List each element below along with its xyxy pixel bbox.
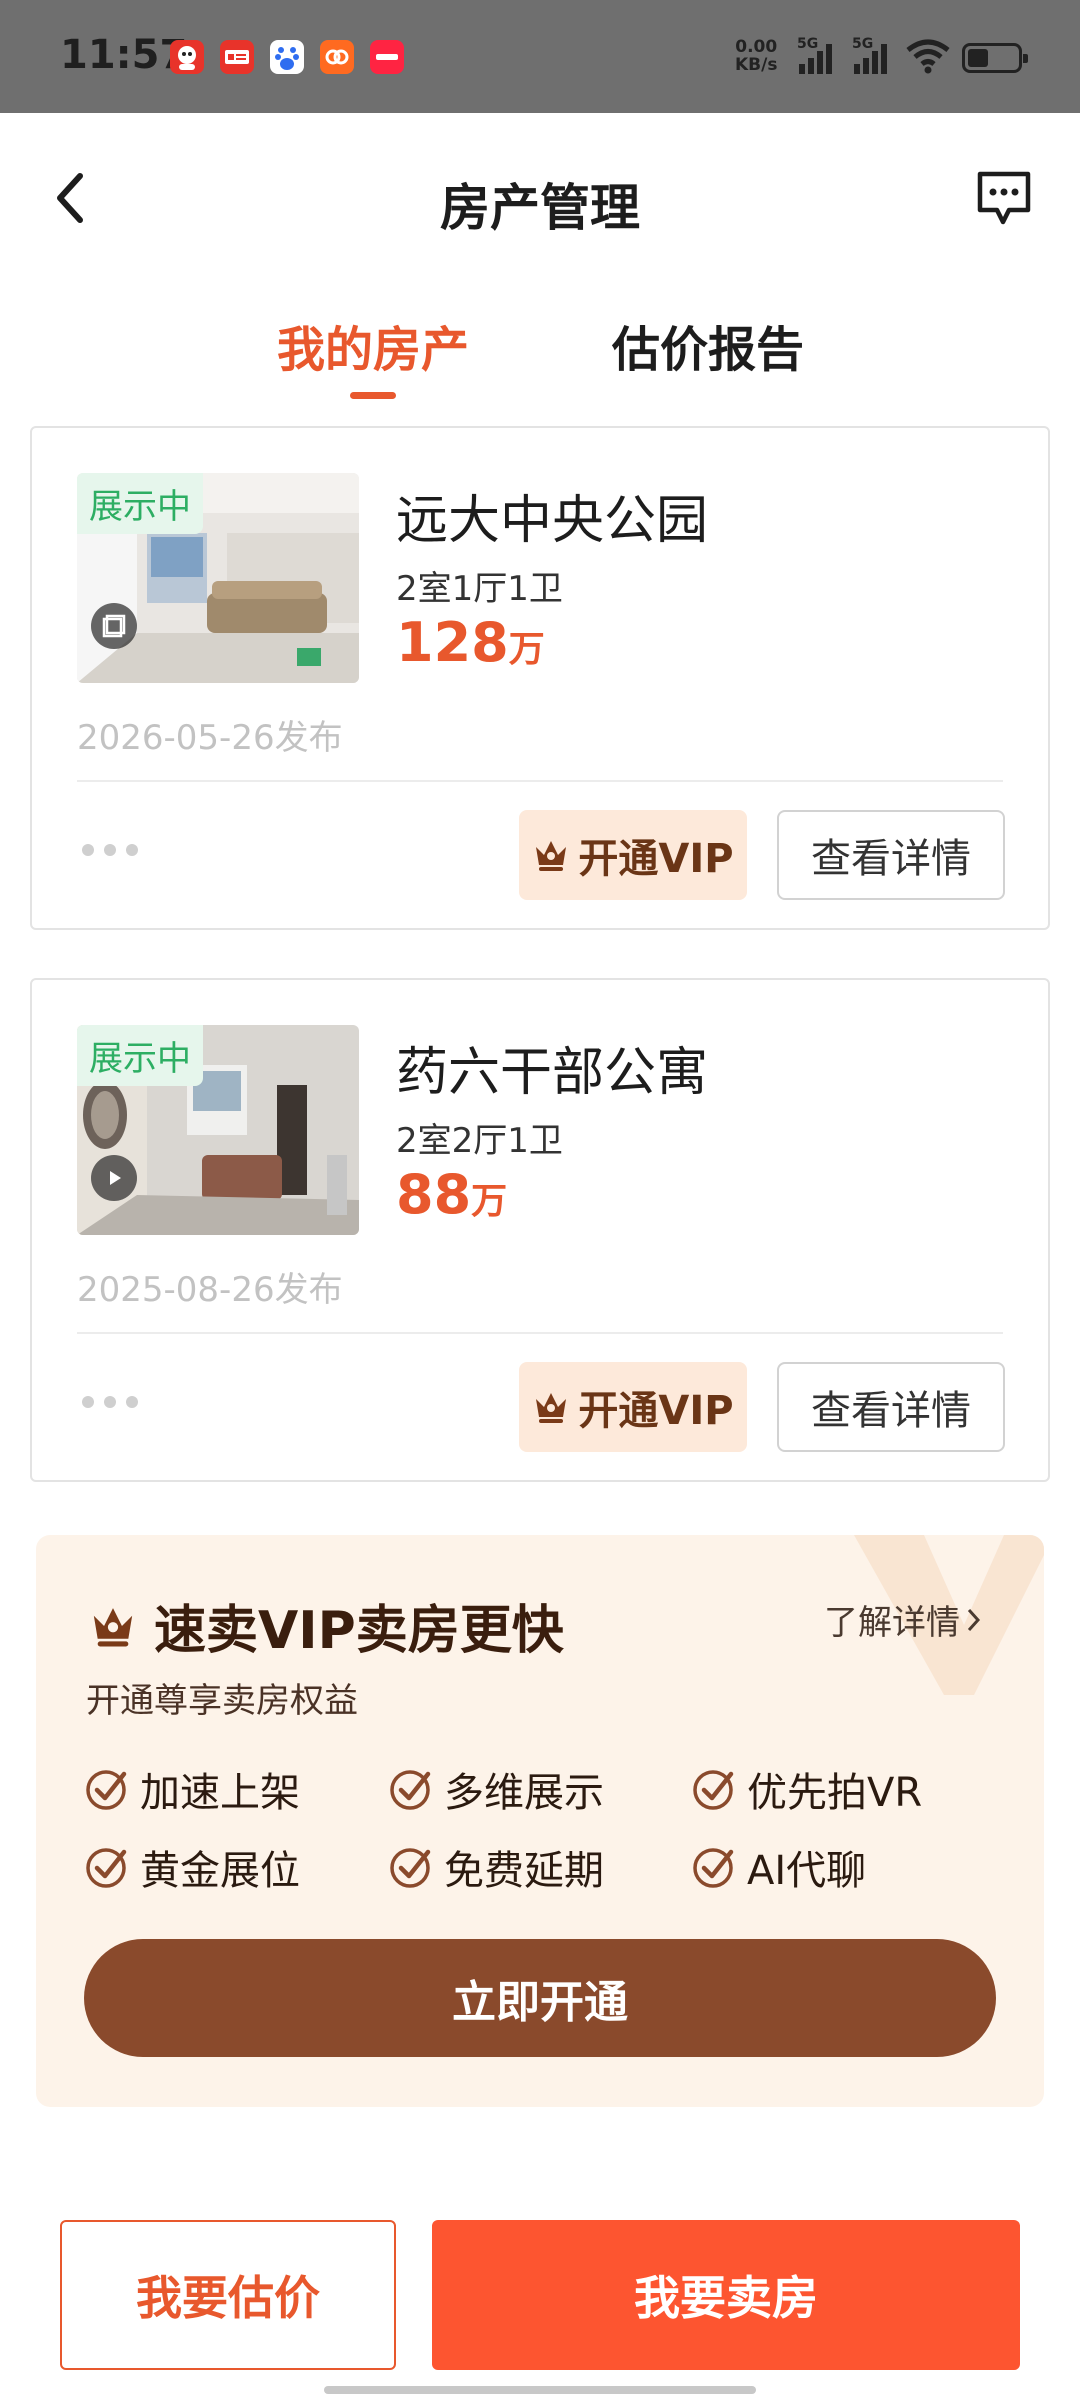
benefit-item: 优先拍VR xyxy=(691,1760,922,1818)
property-name: 药六干部公寓 xyxy=(396,1043,709,1103)
check-circle-icon xyxy=(86,1770,127,1810)
network-speed-unit: KB/s xyxy=(735,55,778,75)
nav-bar: 房产管理 xyxy=(0,113,1080,283)
benefit-item: 加速上架 xyxy=(84,1760,300,1818)
view-details-button[interactable]: 查看详情 xyxy=(777,1362,1005,1452)
orange-app-icon xyxy=(320,40,354,74)
toutiao-app-icon xyxy=(220,40,254,74)
property-photo[interactable]: 展示中 xyxy=(77,473,359,683)
benefit-label: 免费延期 xyxy=(444,1848,604,1894)
open-vip-button[interactable]: 开通VIP xyxy=(519,1362,747,1452)
tab-active-indicator xyxy=(350,392,396,399)
baidu-app-icon xyxy=(270,40,304,74)
property-layout: 2室1厅1卫 xyxy=(396,569,563,609)
price-value: 88 xyxy=(396,1163,472,1226)
check-circle-icon xyxy=(693,1770,734,1810)
benefit-item: 免费延期 xyxy=(388,1838,604,1896)
property-card[interactable]: 展示中 药六干部公寓 2室2厅1卫 88万 2025-08-26发布 开通VIP… xyxy=(30,978,1050,1482)
wifi-icon xyxy=(905,38,951,74)
vip-promo-subtitle: 开通尊享卖房权益 xyxy=(86,1681,358,1721)
signal-5g-icon: 5G xyxy=(795,36,839,76)
status-badge: 展示中 xyxy=(77,473,203,534)
learn-more-label: 了解详情 xyxy=(824,1603,960,1643)
status-time: 11:57 xyxy=(60,32,188,78)
chevron-right-icon xyxy=(967,1608,981,1631)
signal-5g-icon: 5G xyxy=(850,36,894,76)
bottom-action-bar: 我要估价 我要卖房 xyxy=(0,2210,1080,2370)
activate-now-button[interactable]: 立即开通 xyxy=(84,1939,996,2057)
tab-bar: 我的房产 估价报告 xyxy=(0,310,1080,410)
open-vip-label: 开通VIP xyxy=(578,836,734,882)
vip-promo-title: 速卖VIP卖房更快 xyxy=(88,1588,564,1663)
vip-promo-title-text: 速卖VIP卖房更快 xyxy=(154,1601,564,1661)
price-value: 128 xyxy=(396,611,509,674)
property-name: 远大中央公园 xyxy=(396,491,709,551)
benefit-label: AI代聊 xyxy=(747,1848,867,1894)
divider xyxy=(77,1332,1003,1334)
view-details-button[interactable]: 查看详情 xyxy=(777,810,1005,900)
divider xyxy=(77,780,1003,782)
xiaohongshu-app-icon xyxy=(370,40,404,74)
property-layout: 2室2厅1卫 xyxy=(396,1121,563,1161)
check-circle-icon xyxy=(390,1770,431,1810)
benefit-label: 优先拍VR xyxy=(747,1770,923,1816)
property-price: 128万 xyxy=(396,611,545,674)
price-unit: 万 xyxy=(471,1181,508,1222)
open-vip-button[interactable]: 开通VIP xyxy=(519,810,747,900)
notification-app-icons xyxy=(170,40,404,74)
battery-icon xyxy=(962,43,1028,73)
message-button[interactable] xyxy=(975,168,1033,228)
photo-album-icon xyxy=(91,603,137,649)
benefit-item: 多维展示 xyxy=(388,1760,604,1818)
more-options-button[interactable] xyxy=(82,844,138,856)
tab-valuation-report[interactable]: 估价报告 xyxy=(612,310,804,380)
benefit-label: 黄金展位 xyxy=(140,1848,300,1894)
crown-icon xyxy=(93,1607,133,1646)
crown-icon xyxy=(536,1393,567,1423)
tab-my-property[interactable]: 我的房产 xyxy=(277,310,469,380)
price-unit: 万 xyxy=(508,629,545,670)
benefit-item: AI代聊 xyxy=(691,1838,866,1896)
check-circle-icon xyxy=(390,1848,431,1888)
benefit-label: 加速上架 xyxy=(140,1770,300,1816)
chat-bubble-icon xyxy=(977,171,1031,225)
check-circle-icon xyxy=(86,1848,127,1888)
benefit-label: 多维展示 xyxy=(444,1770,604,1816)
vip-promo-panel: 速卖VIP卖房更快 了解详情 开通尊享卖房权益 加速上架 多维展示 优先拍VR … xyxy=(36,1535,1044,2107)
open-vip-label: 开通VIP xyxy=(578,1388,734,1434)
property-price: 88万 xyxy=(396,1163,507,1226)
crown-icon xyxy=(536,841,567,871)
network-speed-value: 0.00 xyxy=(735,37,778,57)
publish-date: 2025-08-26发布 xyxy=(77,1270,343,1310)
property-photo[interactable]: 展示中 xyxy=(77,1025,359,1235)
page-title: 房产管理 xyxy=(440,179,640,237)
estimate-button[interactable]: 我要估价 xyxy=(60,2220,396,2370)
sell-house-button[interactable]: 我要卖房 xyxy=(432,2220,1020,2370)
network-speed: 0.00 KB/s xyxy=(735,38,777,74)
more-options-button[interactable] xyxy=(82,1396,138,1408)
learn-more-link[interactable]: 了解详情 xyxy=(824,1595,982,1644)
red-mascot-app-icon xyxy=(170,40,204,74)
home-indicator[interactable] xyxy=(324,2386,756,2394)
status-bar: 11:57 0.00 KB/s 5G 5G xyxy=(0,0,1080,113)
property-card[interactable]: 展示中 远大中央公园 2室1厅1卫 128万 2026-05-26发布 开通VI… xyxy=(30,426,1050,930)
benefit-item: 黄金展位 xyxy=(84,1838,300,1896)
play-icon xyxy=(91,1155,137,1201)
publish-date: 2026-05-26发布 xyxy=(77,718,343,758)
status-badge: 展示中 xyxy=(77,1025,203,1086)
check-circle-icon xyxy=(693,1848,734,1888)
